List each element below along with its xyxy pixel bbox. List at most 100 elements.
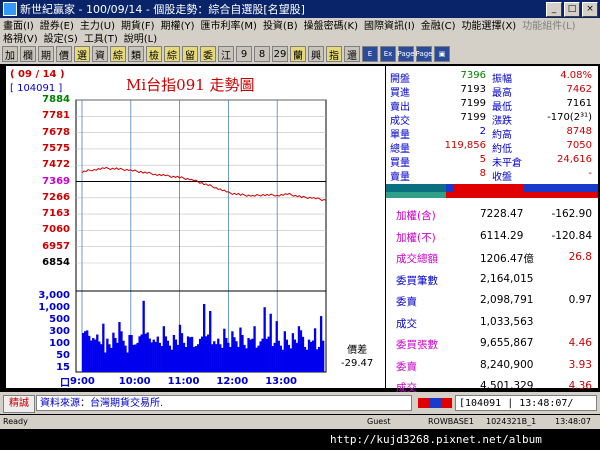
quote-row: 賣量 8 收盤 - (386, 168, 598, 183)
stats-change: 3.93 (568, 358, 592, 371)
minimize-button[interactable]: _ (546, 2, 562, 17)
volume-bar (283, 331, 286, 372)
menu-item[interactable]: 說明(L) (121, 30, 160, 45)
volume-bar (257, 345, 260, 372)
toolbar-button[interactable]: 留 (182, 46, 198, 62)
stats-label: 成交總額 (396, 253, 438, 265)
volume-bar (186, 336, 190, 372)
toolbar-button[interactable]: 9 (236, 46, 252, 62)
bid-ask-bar-2 (386, 192, 598, 198)
toolbar-button[interactable]: Ex (380, 46, 396, 62)
volume-bar (223, 328, 226, 372)
volume-bar (100, 344, 103, 372)
toolbar-button[interactable]: 興 (308, 46, 324, 62)
stats-change: 0.97 (568, 294, 592, 306)
volume-bar (86, 330, 89, 372)
menu-item[interactable]: 設定(S) (41, 30, 81, 45)
toolbar-button[interactable]: 加 (2, 46, 18, 62)
toolbar-button[interactable]: 價 (56, 46, 72, 62)
volume-bar (194, 346, 198, 372)
price-chart-svg (75, 99, 327, 373)
volume-bar (196, 344, 200, 372)
volume-bar (315, 349, 319, 372)
stats-value: 6114.29 (480, 229, 524, 242)
toolbar-button[interactable]: Page (398, 46, 414, 62)
volume-bar (227, 342, 230, 372)
volume-bar (277, 340, 280, 372)
volume-bar (178, 324, 182, 372)
menu-item[interactable]: 功能選擇(X) (459, 17, 520, 32)
stats-change: -120.84 (551, 229, 592, 242)
taskbar-strip (0, 429, 330, 450)
stats-change: 26.8 (568, 251, 592, 263)
close-button[interactable]: × (582, 2, 598, 17)
volume-bar (166, 340, 170, 372)
toolbar-button[interactable]: 檢 (146, 46, 162, 62)
toolbar-button[interactable]: 期 (38, 46, 54, 62)
volume-bar (319, 316, 323, 372)
volume-bar (144, 333, 147, 372)
quote-value: 5 (479, 154, 486, 165)
toolbar-button[interactable]: ▣ (434, 46, 450, 62)
quote-value: 7050 (566, 140, 592, 151)
volume-bar (108, 344, 111, 372)
volume-bar (317, 347, 321, 372)
jingcheng-button[interactable]: 精誠 (3, 395, 35, 413)
toolbar: 加欄期價選資綜類檢綜留委江 9 8 29 蘭興指還 E Ex Page Page ▣ (0, 44, 600, 64)
quote-row: 買量 5 未平倉 24,616 (386, 154, 598, 169)
quote-row: 總量 119,856 約低 7050 (386, 140, 598, 155)
menu-item[interactable]: 匯市利率(M) (198, 17, 260, 32)
volume-bar (309, 341, 313, 372)
title-bar: 新世紀贏家 - 100/09/14 - 個股走勢：綜合自選股[名望股] _ □ … (0, 0, 600, 18)
toolbar-button[interactable]: Page (416, 46, 432, 62)
quote-value: 119,856 (444, 140, 486, 151)
volume-bar (267, 336, 270, 372)
menu-item[interactable]: 格視(V) (0, 30, 41, 45)
volume-bar (241, 334, 244, 372)
volume-bar (271, 346, 274, 372)
menu-item[interactable]: 金融(C) (418, 17, 459, 32)
volume-bar (132, 344, 135, 372)
volume-bar (162, 326, 165, 372)
toolbar-button[interactable]: 委 (200, 46, 216, 62)
volume-bar (255, 347, 258, 372)
menu-item[interactable]: 期權(Y) (158, 17, 198, 32)
toolbar-button[interactable]: 指 (326, 46, 342, 62)
menu-item[interactable]: 投資(B) (260, 17, 301, 32)
volume-bar (207, 334, 210, 372)
current-time: 13:48:07/ (519, 398, 574, 409)
volume-bar (134, 344, 137, 372)
volume-bar (289, 348, 293, 372)
bid-ask-bar (386, 184, 598, 192)
quote-label: 單量 (390, 130, 410, 141)
toolbar-button[interactable]: 江 (218, 46, 234, 62)
toolbar-button[interactable]: 29 (272, 46, 288, 62)
intraday-chart-panel: ( 09 / 14 ) [ 104091 ] Mi台指091 走勢圖 7884 7… (6, 66, 385, 389)
volume-bar (235, 341, 238, 372)
volume-bar (82, 333, 85, 372)
code-time-display: [104091 | 13:48:07/ (455, 395, 597, 411)
menu-item[interactable]: 功能組件(L) (519, 17, 578, 32)
toolbar-button[interactable]: 綜 (164, 46, 180, 62)
toolbar-button[interactable]: E (362, 46, 378, 62)
toolbar-button[interactable]: 欄 (20, 46, 36, 62)
toolbar-button[interactable]: 蘭 (290, 46, 306, 62)
stats-row: 成交總額 1206.47億 26.8 (386, 247, 598, 269)
toolbar-button[interactable]: 選 (74, 46, 90, 62)
toolbar-button[interactable]: 類 (128, 46, 144, 62)
toolbar-button[interactable]: 綜 (110, 46, 126, 62)
time-tick-label: 10:00 (118, 376, 151, 387)
stats-change: -162.90 (551, 208, 592, 220)
menu-item[interactable]: 操盤密碼(K) (301, 17, 361, 32)
volume-bar (176, 344, 180, 372)
menu-item[interactable]: 國際資訊(I) (361, 17, 418, 32)
quote-label: 未平倉 (492, 158, 522, 169)
status-bar: Ready Guest ROWBASE1 1024321B_1 13:48:07 (0, 415, 600, 429)
stats-label: 委買張數 (396, 339, 438, 351)
menu-item[interactable]: 工具(T) (81, 30, 121, 45)
toolbar-button[interactable]: 還 (344, 46, 360, 62)
volume-bar (221, 347, 224, 372)
toolbar-button[interactable]: 8 (254, 46, 270, 62)
toolbar-button[interactable]: 資 (92, 46, 108, 62)
maximize-button[interactable]: □ (564, 2, 580, 17)
